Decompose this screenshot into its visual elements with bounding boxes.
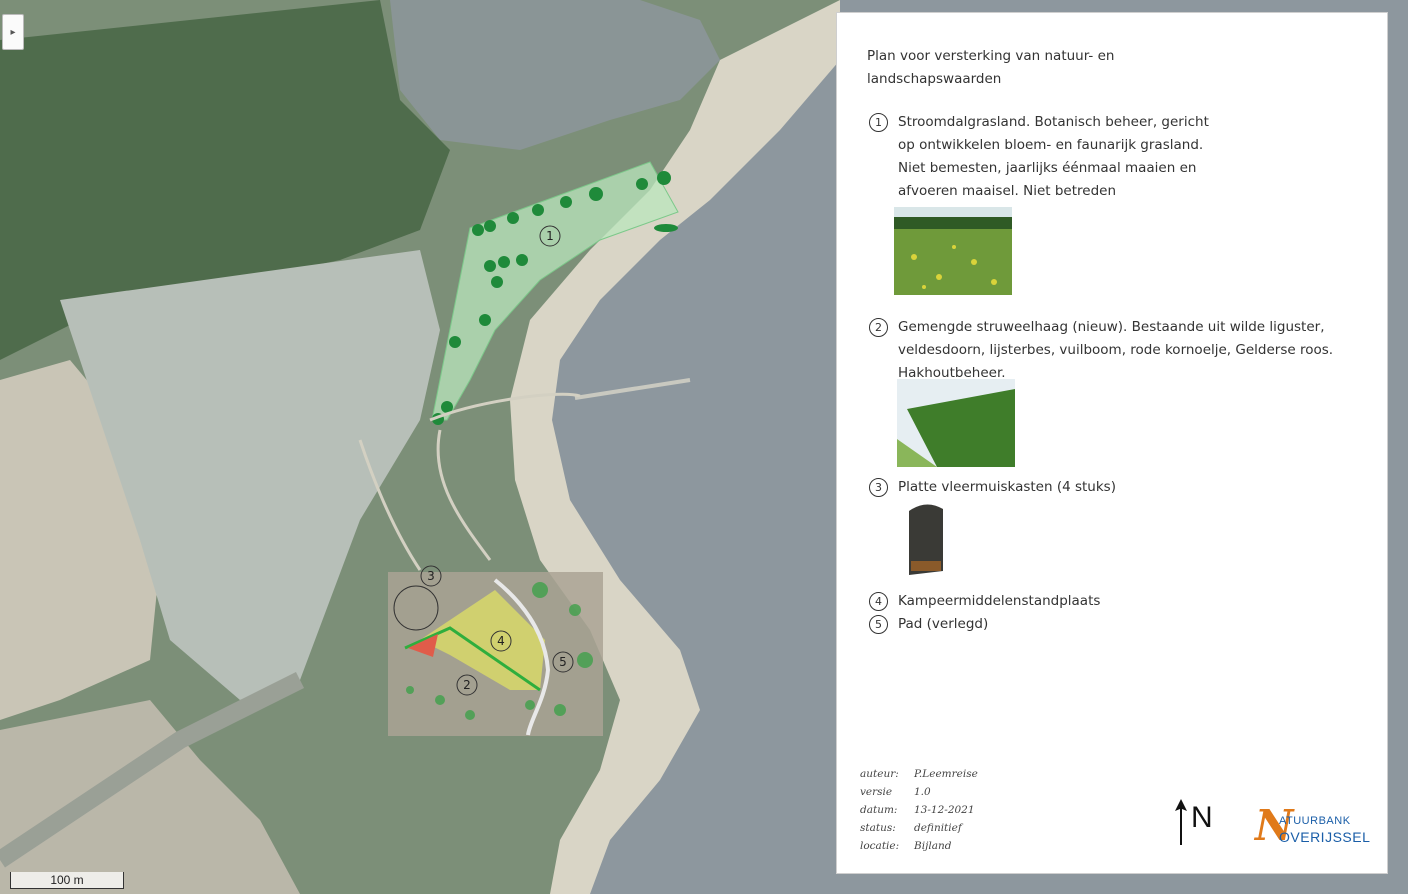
legend-number-3: 3: [869, 478, 888, 497]
sidebar-toggle-button[interactable]: ▸: [2, 14, 24, 50]
logo-line2: OVERIJSSEL: [1279, 829, 1371, 845]
legend-number-2: 2: [869, 318, 888, 337]
zone-label-2: 2: [463, 678, 471, 692]
chevron-right-icon: ▸: [10, 26, 16, 38]
zone-label-4: 4: [497, 634, 505, 648]
legend-text-1: Stroomdalgrasland. Botanisch beheer, ger…: [898, 114, 1209, 199]
legend-panel: Plan voor versterking van natuur- en lan…: [836, 12, 1388, 874]
legend-text-3: Platte vleermuiskasten (4 stuks): [898, 479, 1116, 495]
zone-label-5: 5: [559, 655, 567, 669]
legend-text-5: Pad (verlegd): [898, 616, 989, 632]
zone-label-3: 3: [427, 569, 435, 583]
legend-number-1: 1: [869, 113, 888, 132]
meadow-photo: [894, 207, 1012, 295]
meta-value-date: 13-12-2021: [914, 804, 975, 816]
legend-item-1: 1 Stroomdalgrasland. Botanisch beheer, g…: [869, 111, 1209, 203]
meta-label-version: versie: [860, 786, 893, 798]
legend-number-5: 5: [869, 615, 888, 634]
legend-text-2: Gemengde struweelhaag (nieuw). Bestaande…: [898, 319, 1334, 381]
north-label: N: [1191, 801, 1213, 834]
hedge-photo: [897, 379, 1015, 467]
meta-label-author: auteur:: [860, 768, 899, 780]
meta-value-location: Bijland: [914, 840, 952, 852]
legend-item-4: 4 Kampeermiddelenstandplaats: [869, 590, 1100, 613]
bat-box-photo: [909, 504, 943, 575]
legend-title: Plan voor versterking van natuur- en lan…: [867, 48, 1115, 87]
meta-value-author: P.Leemreise: [914, 768, 978, 780]
legend-text-4: Kampeermiddelenstandplaats: [898, 593, 1101, 609]
natuurbank-logo: N ATUURBANK OVERIJSSEL: [1255, 801, 1375, 853]
zone-label-1: 1: [546, 229, 554, 243]
logo-line1: ATUURBANK: [1279, 815, 1351, 827]
legend-item-5: 5 Pad (verlegd): [869, 613, 988, 636]
legend-number-4: 4: [869, 592, 888, 611]
meta-label-status: status:: [860, 822, 896, 834]
legend-item-3: 3 Platte vleermuiskasten (4 stuks): [869, 476, 1116, 499]
meta-label-date: datum:: [860, 804, 898, 816]
scale-bar: 100 m: [10, 872, 124, 889]
metadata-block: auteur: P.Leemreise versie 1.0 datum: 13-12…: [860, 765, 978, 855]
meta-value-version: 1.0: [914, 786, 931, 798]
meta-value-status: definitief: [914, 822, 962, 834]
north-arrow-icon: [1175, 799, 1187, 845]
meta-label-location: locatie:: [860, 840, 900, 852]
legend-item-2: 2 Gemengde struweelhaag (nieuw). Bestaan…: [869, 316, 1333, 385]
north-indicator: N: [1173, 797, 1233, 847]
